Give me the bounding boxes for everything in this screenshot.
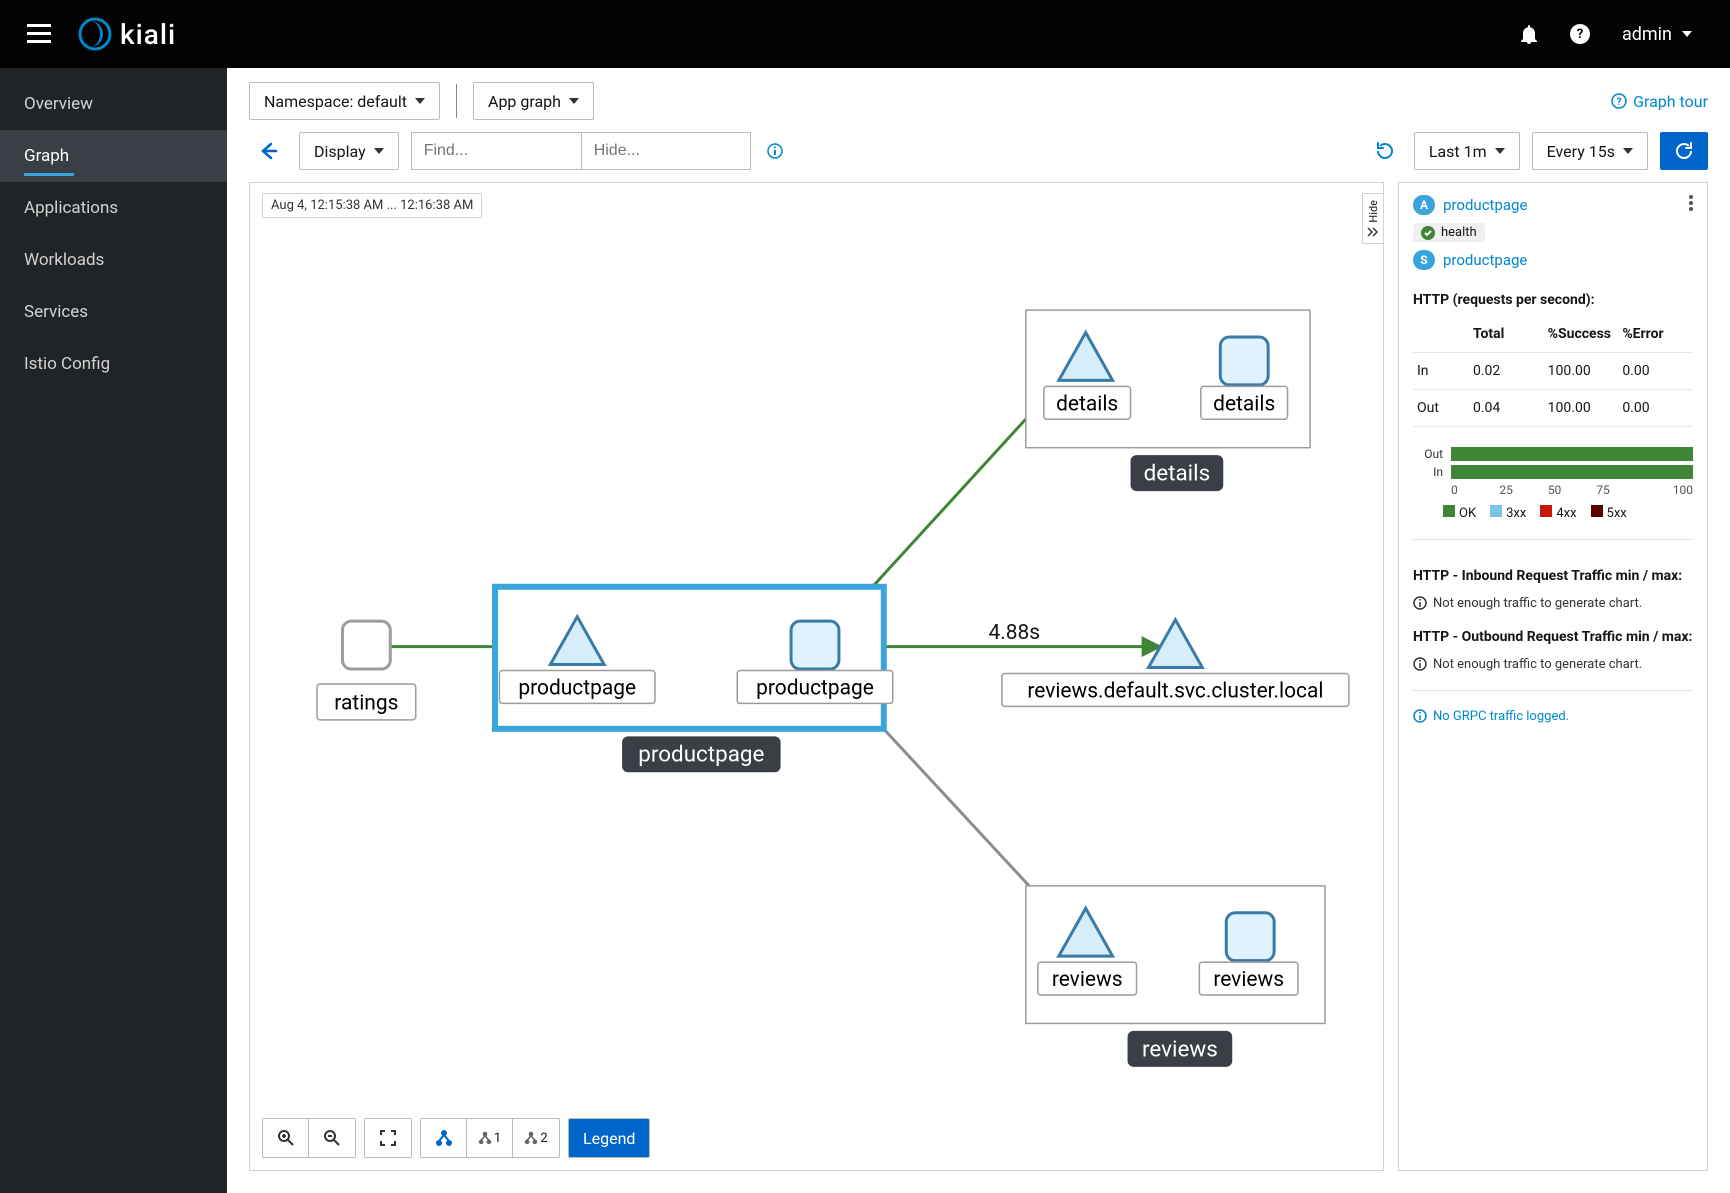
svg-text:reviews: reviews [1213,968,1284,992]
http-heading: HTTP (requests per second): [1413,292,1693,308]
outbound-heading: HTTP - Outbound Request Traffic min / ma… [1413,629,1693,645]
info-icon[interactable] [767,143,783,159]
svg-text:ratings: ratings [334,691,398,715]
duration-select[interactable]: Last 1m [1414,132,1520,170]
table-row: In 0.02 100.00 0.00 [1413,353,1693,390]
summary-panel: A productpage health S productpage [1398,182,1708,1171]
replay-button[interactable] [1368,132,1402,170]
side-panel-toggle[interactable]: Hide [1362,193,1384,244]
svg-text:productpage: productpage [756,676,874,700]
bell-icon[interactable] [1504,0,1554,68]
user-menu[interactable]: admin [1606,0,1708,68]
node-ratings[interactable]: ratings [317,621,416,720]
hamburger-icon[interactable] [22,17,56,51]
svg-text:productpage: productpage [518,676,636,700]
svg-text:?: ? [1617,97,1622,108]
refresh-button[interactable] [1660,132,1708,170]
node-reviews-external[interactable]: reviews.default.svc.cluster.local [1002,620,1349,707]
hide-input[interactable] [581,132,751,170]
health-badge: health [1413,223,1485,242]
zoom-in-button[interactable] [263,1119,309,1157]
nav-istio-config[interactable]: Istio Config [0,338,227,390]
svg-text:details: details [1144,461,1211,487]
graph-timestamp: Aug 4, 12:15:38 AM ... 12:16:38 AM [262,193,482,218]
group-label-reviews: reviews [1128,1031,1233,1067]
brand-text: kiali [120,18,176,51]
graph-bottom-toolbar: 1 2 Legend [262,1118,650,1158]
caret-down-icon [415,98,425,104]
grpc-note: No GRPC traffic logged. [1413,709,1693,724]
caret-down-icon [1495,148,1505,154]
nav-services[interactable]: Services [0,286,227,338]
group-label-details: details [1131,455,1224,491]
caret-down-icon [374,148,384,154]
zoom-out-button[interactable] [309,1119,355,1157]
refresh-icon [1674,141,1694,161]
side-nav: Overview Graph Applications Workloads Se… [0,68,227,1193]
svg-text:reviews: reviews [1052,968,1123,992]
info-circle-icon [1413,709,1427,723]
app-badge: A [1413,195,1435,215]
main-content: Namespace: default App graph ? Graph tou… [227,68,1730,1193]
find-input[interactable] [411,132,581,170]
layout-1-button[interactable]: 1 [467,1119,513,1157]
svg-text:details: details [1213,392,1275,416]
layout-2-button[interactable]: 2 [513,1119,559,1157]
graph-tour-link[interactable]: ? Graph tour [1611,92,1708,111]
graph-toolbar-row1: Namespace: default App graph ? Graph tou… [227,68,1730,126]
service-badge: S [1413,250,1435,270]
nav-graph[interactable]: Graph [0,130,227,182]
nav-applications[interactable]: Applications [0,182,227,234]
svg-text:reviews: reviews [1142,1036,1218,1062]
graph-panel[interactable]: Aug 4, 12:15:38 AM ... 12:16:38 AM Hide [249,182,1384,1171]
help-icon[interactable]: ? [1554,0,1606,68]
inbound-note: Not enough traffic to generate chart. [1413,596,1693,611]
service-name-link[interactable]: productpage [1443,251,1527,269]
info-circle-icon [1413,657,1427,671]
traffic-minichart: Out In 0 25 50 75 100 OK 3xx 4xx 5xx [1413,443,1693,521]
divider [456,84,457,118]
inbound-heading: HTTP - Inbound Request Traffic min / max… [1413,568,1693,584]
nav-overview[interactable]: Overview [0,78,227,130]
group-label-productpage: productpage [622,736,781,772]
kebab-icon[interactable] [1689,195,1693,215]
nav-workloads[interactable]: Workloads [0,234,227,286]
back-button[interactable] [249,132,287,170]
refresh-interval-select[interactable]: Every 15s [1532,132,1648,170]
user-name: admin [1622,24,1672,45]
outbound-note: Not enough traffic to generate chart. [1413,657,1693,672]
masthead: kiali ? admin [0,0,1730,68]
kiali-logo-icon [78,17,112,51]
chevrons-right-icon [1367,227,1379,237]
graph-toolbar-row2: Display Last 1m Every 15s [227,126,1730,182]
caret-down-icon [1623,148,1633,154]
help-circle-icon: ? [1611,93,1627,109]
edge-productpage-to-reviews-ext[interactable]: 4.88s [851,621,1161,646]
brand-logo: kiali [78,17,176,51]
table-row: Out 0.04 100.00 0.00 [1413,390,1693,427]
svg-text:?: ? [1577,27,1583,42]
info-circle-icon [1413,596,1427,610]
app-name-link[interactable]: productpage [1443,196,1527,214]
svg-text:productpage: productpage [638,742,764,768]
svg-text:details: details [1056,392,1118,416]
legend-button[interactable]: Legend [569,1119,649,1157]
http-table: Total %Success %Error In 0.02 100.00 0.0… [1413,316,1693,427]
svg-text:reviews.default.svc.cluster.lo: reviews.default.svc.cluster.local [1027,679,1323,703]
edge-label: 4.88s [988,621,1040,645]
display-select[interactable]: Display [299,132,399,170]
layout-default-button[interactable] [421,1119,467,1157]
namespace-select[interactable]: Namespace: default [249,82,440,120]
fit-button[interactable] [365,1119,411,1157]
caret-down-icon [1682,31,1692,37]
check-circle-icon [1421,226,1435,240]
caret-down-icon [569,98,579,104]
graph-type-select[interactable]: App graph [473,82,594,120]
